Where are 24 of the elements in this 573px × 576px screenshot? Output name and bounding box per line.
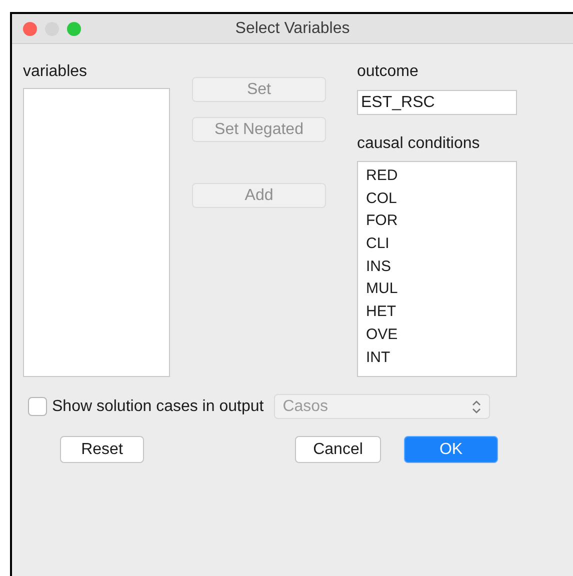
dialog-button[interactable]: OK (404, 436, 498, 463)
list-item[interactable]: INS (358, 256, 516, 278)
outcome-field[interactable]: EST_RSC (357, 90, 517, 115)
outcome-label: outcome (357, 63, 418, 80)
list-item[interactable]: RED (358, 165, 516, 188)
list-item[interactable]: COL (358, 188, 516, 210)
list-item[interactable]: CLI (358, 233, 516, 256)
variables-label: variables (23, 63, 88, 80)
dialog-button[interactable]: Cancel (295, 436, 381, 463)
list-item[interactable]: FOR (358, 210, 516, 234)
list-item[interactable]: OVE (358, 324, 516, 346)
variables-list[interactable] (23, 88, 170, 377)
list-item[interactable]: MUL (358, 278, 516, 302)
causal-conditions-label: causal conditions (357, 135, 480, 152)
close-button[interactable] (23, 22, 37, 36)
list-item[interactable]: HET (358, 301, 516, 324)
dialog-button[interactable]: Reset (60, 436, 144, 463)
checkbox[interactable] (28, 397, 47, 416)
zoom-button[interactable] (67, 22, 81, 36)
updown-chevron-icon (472, 400, 481, 414)
list-item[interactable]: INT (358, 346, 516, 370)
window-title: Select Variables (235, 20, 350, 36)
causal-conditions-list[interactable]: RED COL FOR CLI INS MUL HET OVE INT (357, 161, 517, 377)
checkbox-label: Show solution cases in output (52, 396, 264, 416)
